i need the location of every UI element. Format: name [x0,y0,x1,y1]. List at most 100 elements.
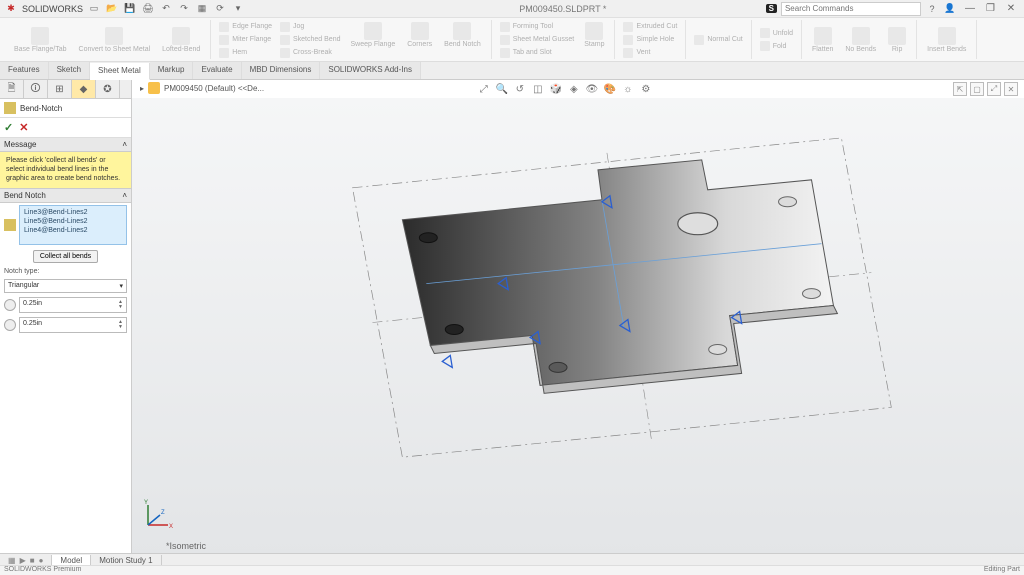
chevron-down-icon: ▾ [119,282,123,290]
tab-mbd-dimensions[interactable]: MBD Dimensions [242,62,321,79]
fold-button[interactable]: Fold [758,40,795,52]
prev-view-icon[interactable]: ↺ [513,82,527,96]
corners-button[interactable]: Corners [403,21,436,59]
selection-icon [4,219,16,231]
login-icon[interactable]: 👤 [943,2,957,16]
bend-notch-button[interactable]: Bend Notch [440,21,485,59]
property-manager-panel: 🗎 🛈 ⊞ ◆ ✪ Bend-Notch ✓ ✕ Message˄ Please… [0,80,132,557]
rebuild-icon[interactable]: ⟳ [213,2,227,16]
view-settings-icon[interactable]: ⚙ [639,82,653,96]
redo-icon[interactable]: ↷ [177,2,191,16]
vent-button[interactable]: Vent [621,47,679,59]
pm-bend-notch-header[interactable]: Bend Notch˄ [0,189,131,203]
edge-flange-button[interactable]: Edge Flange [217,21,274,33]
model-render [132,98,1024,557]
collect-all-bends-button[interactable]: Collect all bends [33,250,98,263]
bt-rec-icon[interactable]: ● [39,556,44,565]
flatten-button[interactable]: Flatten [808,26,837,54]
miter-flange-button[interactable]: Miter Flange [217,34,274,46]
status-bar: SOLIDWORKS Premium Editing Part [0,565,1024,575]
notch-type-select[interactable]: Triangular ▾ [4,279,127,293]
rip-button[interactable]: Rip [884,26,910,54]
window-restore-icon[interactable]: ❐ [981,3,999,14]
jog-button[interactable]: Jog [278,21,342,33]
orientation-triad-icon[interactable]: Y X Z [142,497,176,531]
vp-max-icon[interactable]: ⤢ [987,82,1001,96]
options-dd-icon[interactable]: ▾ [231,2,245,16]
pm-tab-display-mgr-icon[interactable]: ◆ [72,80,96,98]
tab-markup[interactable]: Markup [150,62,194,79]
hide-show-icon[interactable]: 👁 [585,82,599,96]
print-icon[interactable]: 🖨 [141,2,155,16]
base-flange-button[interactable]: Base Flange/Tab [10,26,71,54]
pm-tab-config-icon[interactable]: ⊞ [48,80,72,98]
search-badge-icon: S [766,4,777,13]
pm-message-body: Please click 'collect all bends' or sele… [0,152,131,189]
insert-bends-button[interactable]: Insert Bends [923,26,970,54]
zoom-area-icon[interactable]: 🔍 [495,82,509,96]
bend-lines-listbox[interactable]: Line3@Bend-Lines2 Line5@Bend-Lines2 Line… [19,205,127,245]
spin-down-icon[interactable]: ▼ [118,305,123,310]
display-style-icon[interactable]: ◈ [567,82,581,96]
bend-notch-icon [4,102,16,114]
chevron-up-icon: ˄ [122,191,127,200]
sketched-bend-button[interactable]: Sketched Bend [278,34,342,46]
view-orientation-icon[interactable]: 🎲 [549,82,563,96]
tab-evaluate[interactable]: Evaluate [193,62,241,79]
breadcrumb-expand-icon[interactable]: ▸ [140,84,144,93]
pm-message-header[interactable]: Message˄ [0,138,131,152]
vp-link-icon[interactable]: ⇱ [953,82,967,96]
vp-single-icon[interactable]: ▢ [970,82,984,96]
tab-sketch[interactable]: Sketch [49,62,90,79]
window-close-icon[interactable]: ✕ [1002,3,1020,14]
tab-sheet-metal[interactable]: Sheet Metal [90,63,150,80]
simple-hole-button[interactable]: Simple Hole [621,34,679,46]
viewport-corner-buttons: ⇱ ▢ ⤢ ✕ [953,82,1018,96]
bt-3dviews-icon[interactable]: ▦ [8,556,16,565]
save-icon[interactable]: 💾 [123,2,137,16]
breadcrumb[interactable]: ▸ PM009450 (Default) <<De... [140,82,264,94]
appearance-icon[interactable]: 🎨 [603,82,617,96]
dim2-spinner[interactable]: 0.25in ▲▼ [19,317,127,333]
bt-play-icon[interactable]: ▶ [20,556,26,565]
cross-break-button[interactable]: Cross-Break [278,47,342,59]
graphics-viewport[interactable]: Y X Z *Isometric [132,98,1024,557]
window-minimize-icon[interactable]: — [961,3,979,14]
zoom-fit-icon[interactable]: ⤢ [477,82,491,96]
bt-stop-icon[interactable]: ■ [30,556,35,565]
extruded-cut-button[interactable]: Extruded Cut [621,21,679,33]
list-item[interactable]: Line4@Bend-Lines2 [22,226,124,235]
breadcrumb-text: PM009450 (Default) <<De... [164,84,264,93]
pm-cancel-icon[interactable]: ✕ [19,121,28,134]
sheetmetal-gusset-button[interactable]: Sheet Metal Gusset [498,34,576,46]
section-view-icon[interactable]: ◫ [531,82,545,96]
undo-icon[interactable]: ↶ [159,2,173,16]
list-item[interactable]: Line3@Bend-Lines2 [22,208,124,217]
normal-cut-button[interactable]: Normal Cut [692,34,744,46]
tab-features[interactable]: Features [0,62,49,79]
stamp-button[interactable]: Stamp [580,21,608,59]
sweep-flange-button[interactable]: Sweep Flange [346,21,399,59]
pm-tab-feature-tree-icon[interactable]: 🗎 [0,80,24,98]
convert-sheetmetal-button[interactable]: Convert to Sheet Metal [75,26,155,54]
tab-addins[interactable]: SOLIDWORKS Add-Ins [320,62,421,79]
search-commands-input[interactable] [781,2,921,16]
pm-tab-property-mgr-icon[interactable]: 🛈 [24,80,48,98]
select-icon[interactable]: ▦ [195,2,209,16]
dim1-spinner[interactable]: 0.25in ▲▼ [19,297,127,313]
tab-and-slot-button[interactable]: Tab and Slot [498,47,576,59]
list-item[interactable]: Line5@Bend-Lines2 [22,217,124,226]
pm-ok-icon[interactable]: ✓ [4,121,13,134]
scene-icon[interactable]: ☼ [621,82,635,96]
spin-down-icon[interactable]: ▼ [118,325,123,330]
no-bends-button[interactable]: No Bends [841,26,880,54]
unfold-button[interactable]: Unfold [758,27,795,39]
help-icon[interactable]: ? [925,2,939,16]
hem-button[interactable]: Hem [217,47,274,59]
pm-tab-dimx-icon[interactable]: ✪ [96,80,120,98]
vp-close-icon[interactable]: ✕ [1004,82,1018,96]
new-icon[interactable]: ▭ [87,2,101,16]
open-icon[interactable]: 📂 [105,2,119,16]
forming-tool-button[interactable]: Forming Tool [498,21,576,33]
lofted-bend-button[interactable]: Lofted-Bend [158,26,204,54]
